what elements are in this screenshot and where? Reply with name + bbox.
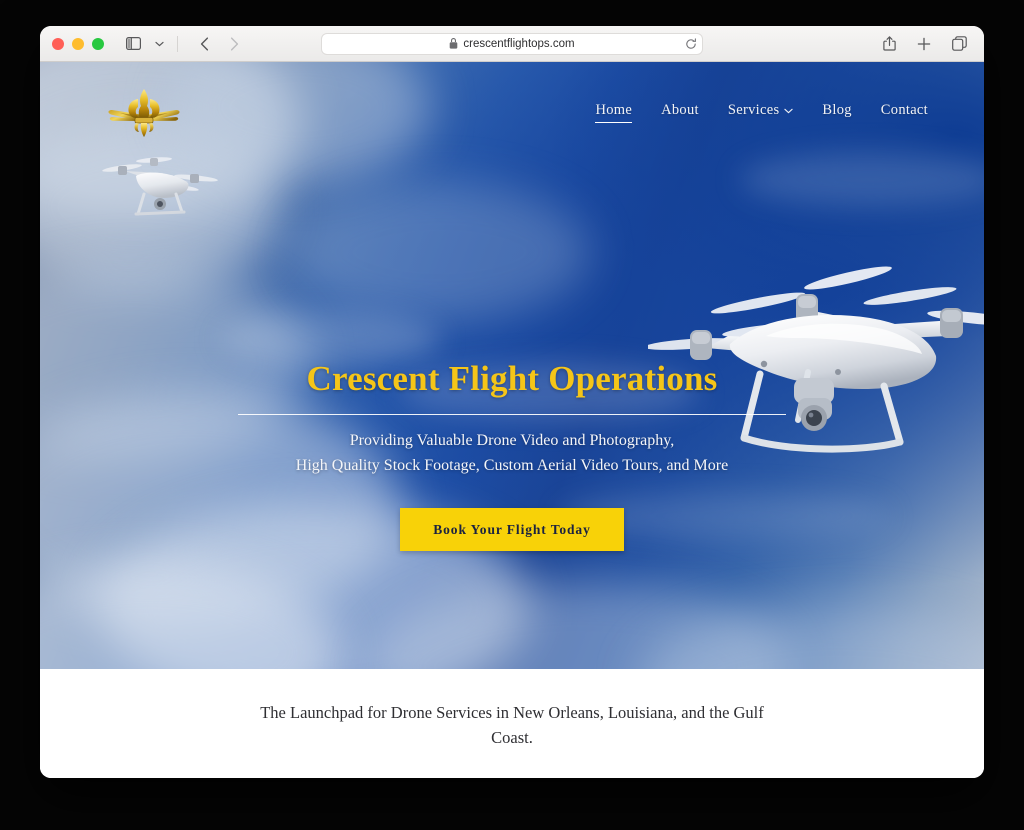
chevron-down-icon — [784, 108, 794, 114]
tagline-section: The Launchpad for Drone Services in New … — [40, 669, 984, 778]
navigation-arrows — [191, 32, 247, 56]
sidebar-dropdown-chevron-down-icon[interactable] — [146, 32, 172, 56]
tagline-text: The Launchpad for Drone Services in New … — [260, 703, 764, 747]
page-viewport: Home About Services Blog Contact Crescen… — [40, 62, 984, 778]
address-bar[interactable]: crescentflightops.com — [321, 32, 703, 55]
hero-subtitle-line-2: High Quality Stock Footage, Custom Aeria… — [295, 456, 729, 474]
main-navigation: Home About Services Blog Contact — [595, 102, 928, 123]
nav-item-about[interactable]: About — [661, 102, 699, 123]
share-icon[interactable] — [876, 32, 902, 56]
hero-section: Home About Services Blog Contact Crescen… — [40, 62, 984, 669]
nav-label: Home — [595, 101, 633, 118]
hero-subtitle-line-1: Providing Valuable Drone Video and Photo… — [349, 432, 675, 450]
browser-toolbar: crescentflightops.com — [40, 26, 984, 62]
nav-label: Contact — [880, 101, 928, 118]
toolbar-right-actions — [876, 32, 972, 56]
reload-icon[interactable] — [685, 37, 697, 50]
maximize-window-button[interactable] — [92, 37, 104, 50]
site-logo[interactable] — [106, 85, 182, 139]
url-text: crescentflightops.com — [463, 37, 575, 50]
hero-divider — [238, 414, 786, 416]
lock-icon — [449, 38, 458, 49]
sidebar-toggle-icon[interactable] — [120, 32, 146, 56]
nav-label: About — [661, 101, 699, 118]
forward-button[interactable] — [221, 32, 247, 56]
nav-item-services[interactable]: Services — [728, 102, 794, 123]
minimize-window-button[interactable] — [72, 37, 84, 50]
nav-item-blog[interactable]: Blog — [822, 102, 851, 123]
nav-item-contact[interactable]: Contact — [881, 102, 928, 123]
window-controls — [52, 37, 104, 50]
back-button[interactable] — [191, 32, 217, 56]
book-your-flight-button[interactable]: Book Your Flight Today — [400, 507, 624, 552]
nav-label: Services — [727, 101, 780, 118]
hero-subtitle: Providing Valuable Drone Video and Photo… — [40, 429, 984, 478]
nav-item-home[interactable]: Home — [595, 102, 632, 123]
site-header: Home About Services Blog Contact — [40, 62, 984, 162]
tab-overview-icon[interactable] — [946, 32, 972, 56]
desktop-backdrop: crescentflightops.com Home About Service… — [0, 0, 1024, 830]
close-window-button[interactable] — [52, 37, 64, 50]
hero-content: Crescent Flight Operations Providing Val… — [40, 358, 984, 552]
new-tab-icon[interactable] — [911, 32, 937, 56]
hero-title: Crescent Flight Operations — [306, 359, 718, 398]
browser-window: crescentflightops.com Home About Service… — [40, 26, 984, 778]
address-bar-container: crescentflightops.com — [321, 32, 703, 55]
nav-label: Blog — [822, 101, 852, 118]
toolbar-divider — [177, 35, 178, 52]
